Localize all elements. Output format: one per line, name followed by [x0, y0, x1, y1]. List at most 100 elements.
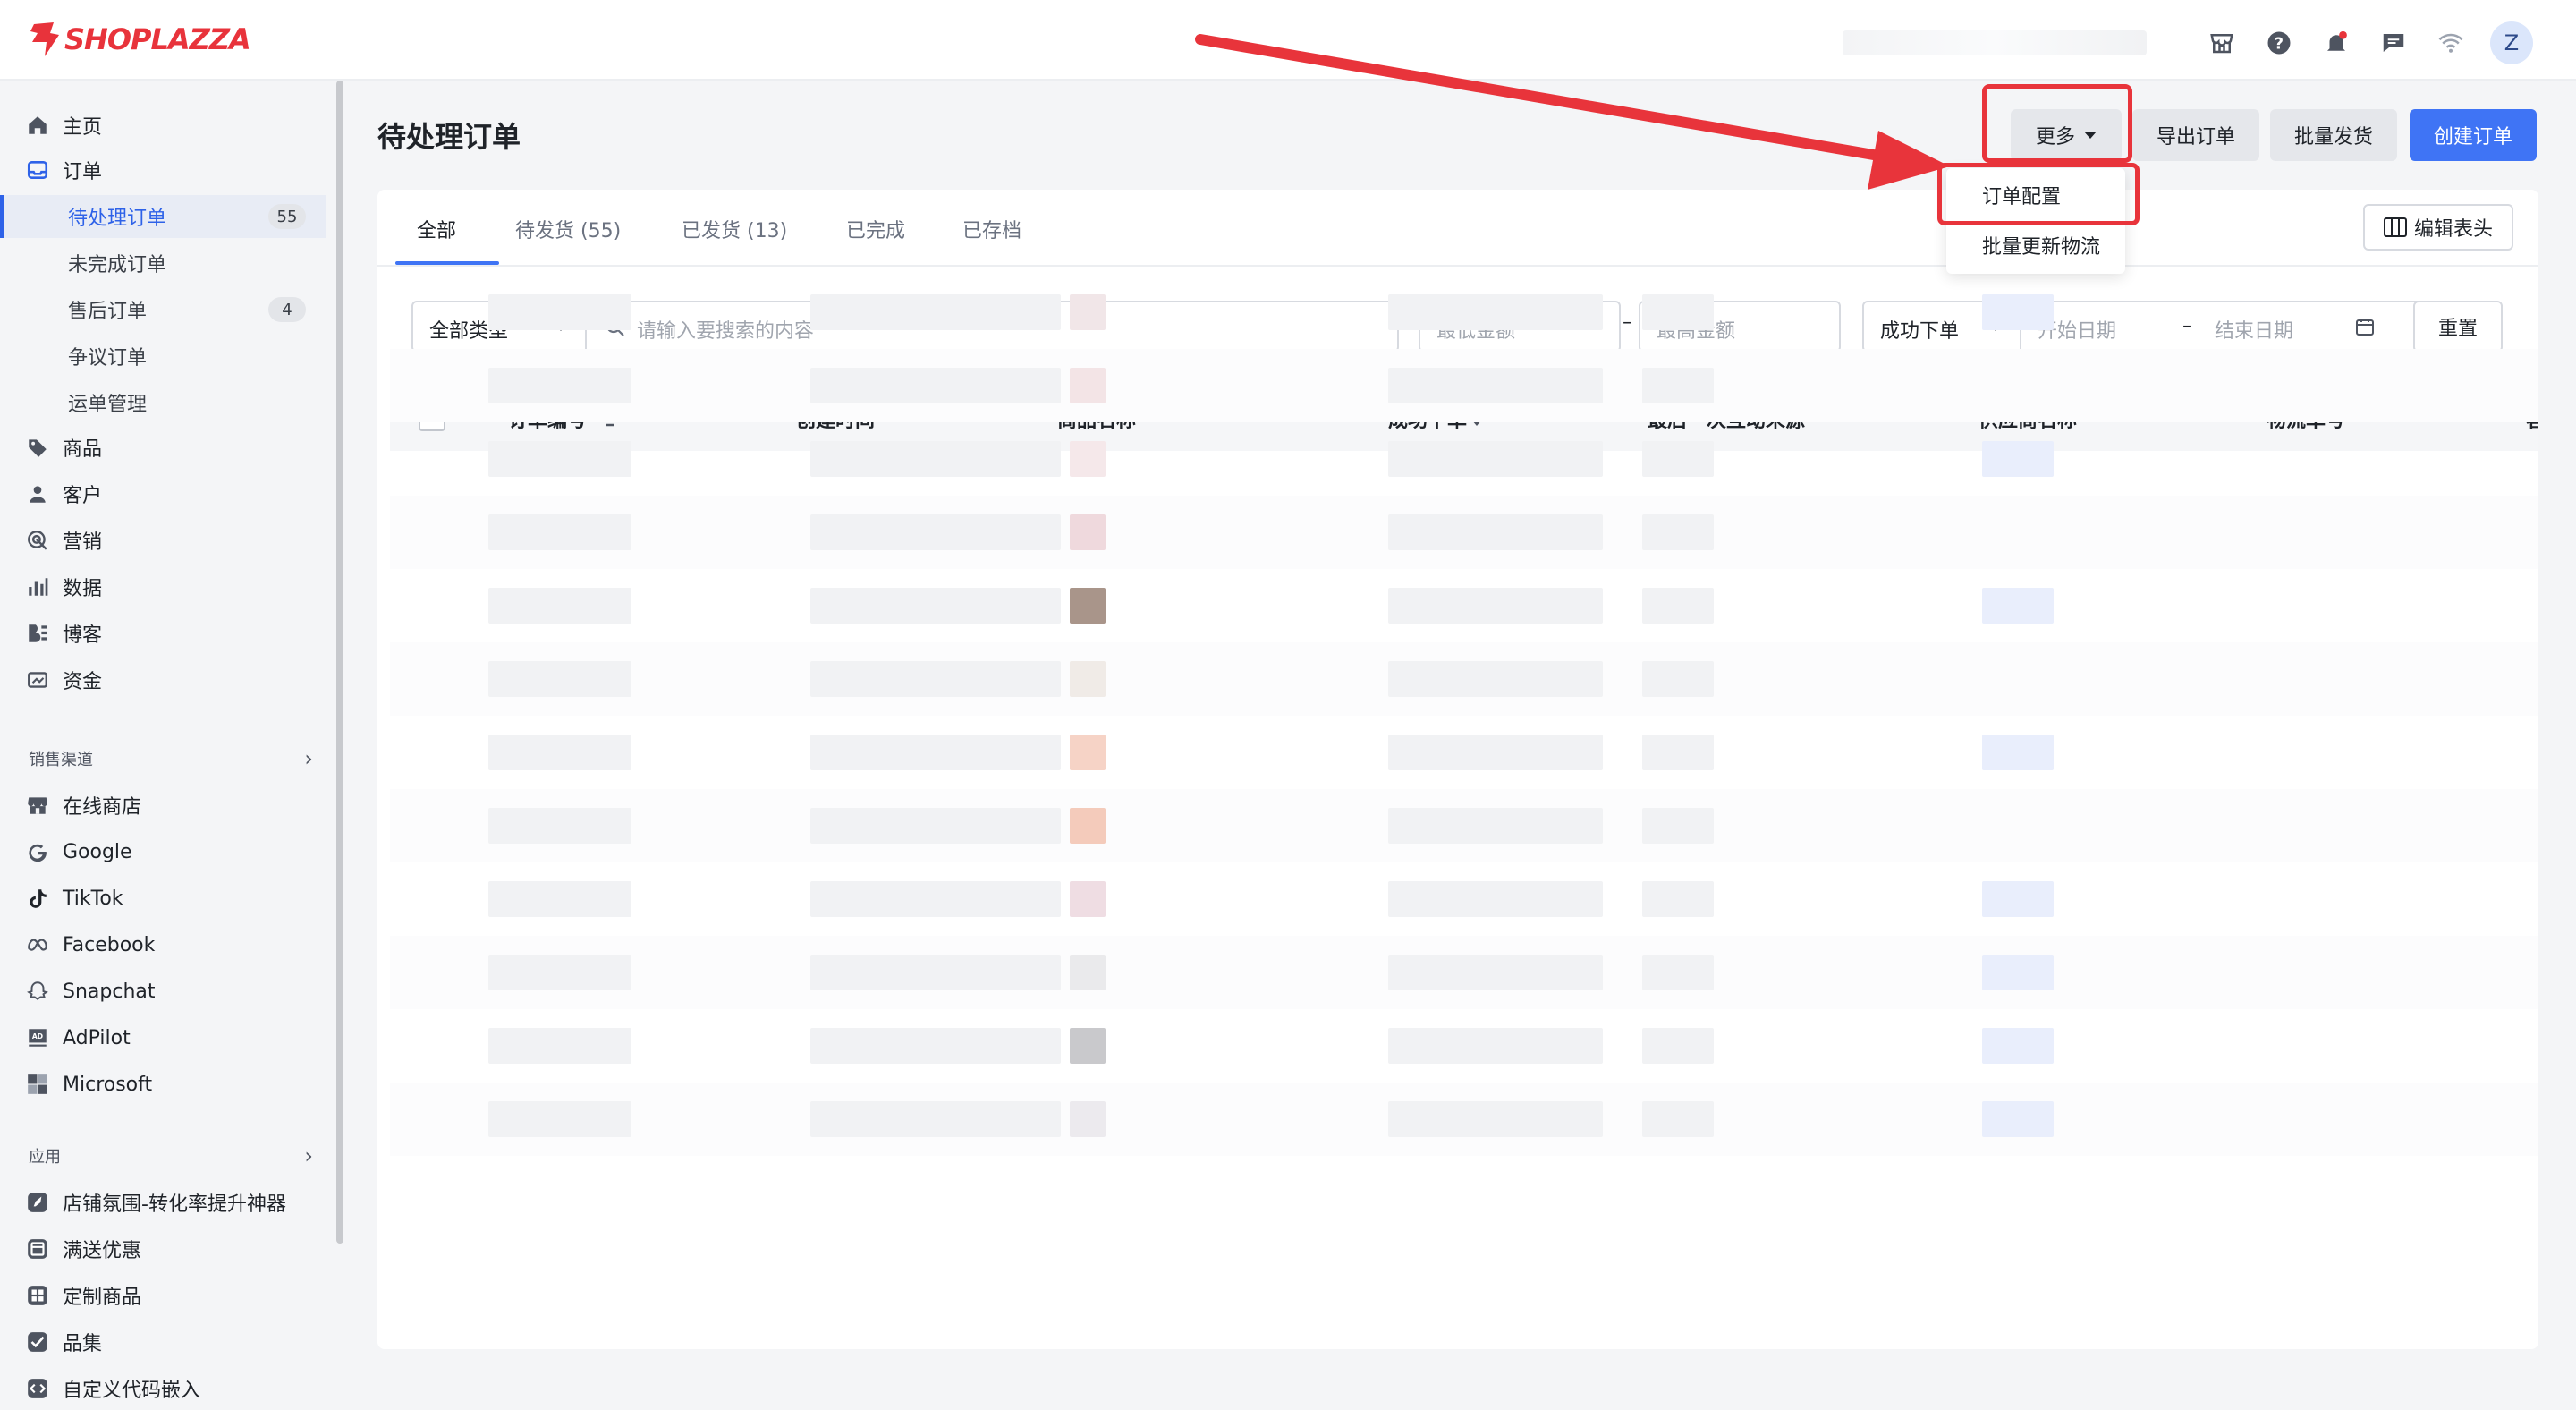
blurred-cell — [810, 881, 1061, 917]
blurred-cell — [1388, 808, 1603, 844]
ad-icon: AD — [25, 1025, 50, 1050]
sidebar-app-gift-promo[interactable]: 满送优惠 — [0, 1227, 326, 1270]
blurred-cell — [810, 955, 1061, 990]
sidebar-item-google[interactable]: Google — [0, 830, 326, 873]
blurred-cell — [1642, 1028, 1714, 1064]
blurred-cell — [1982, 441, 2054, 477]
sidebar-item-online-store[interactable]: 在线商店 — [0, 784, 326, 827]
sidebar-item-blog[interactable]: 博客 — [0, 612, 326, 655]
table-row[interactable] — [390, 936, 2538, 1009]
blurred-cell — [1642, 881, 1714, 917]
sidebar-sub-waybill[interactable]: 运单管理 — [0, 381, 326, 424]
blurred-cell — [1070, 955, 1106, 990]
blurred-cell — [1070, 1101, 1106, 1137]
sidebar-app-store-atmosphere[interactable]: 店铺氛围-转化率提升神器 — [0, 1181, 326, 1224]
sidebar-item-facebook[interactable]: Facebook — [0, 923, 326, 966]
table-row[interactable] — [390, 496, 2538, 569]
sidebar-item-customers[interactable]: 客户 — [0, 472, 326, 515]
sidebar-item-tiktok[interactable]: TikTok — [0, 877, 326, 920]
table-row[interactable] — [390, 276, 2538, 349]
tab-all[interactable]: 全部 — [417, 215, 456, 243]
blurred-cell — [1982, 955, 2054, 990]
menu-item-bulk-update-logistics[interactable]: 批量更新物流 — [1982, 231, 2100, 259]
table-row[interactable] — [390, 716, 2538, 789]
page-title: 待处理订单 — [377, 120, 521, 154]
message-icon[interactable] — [2376, 25, 2411, 61]
home-icon — [25, 113, 50, 138]
blurred-cell — [488, 1101, 631, 1137]
sidebar-item-label: 店铺氛围-转化率提升神器 — [63, 1193, 286, 1216]
table-row[interactable] — [390, 642, 2538, 716]
sales-channels-heading[interactable]: 销售渠道 › — [29, 746, 313, 771]
tag-icon — [25, 435, 50, 460]
apps-heading[interactable]: 应用 › — [29, 1143, 313, 1168]
blurred-cell — [488, 1028, 631, 1064]
tab-archived[interactable]: 已存档 — [962, 215, 1021, 243]
sidebar-app-pinji[interactable]: 品集 — [0, 1321, 326, 1363]
sidebar-item-label: 订单 — [63, 161, 103, 183]
blurred-cell — [1982, 1028, 2054, 1064]
blurred-cell — [1388, 441, 1603, 477]
blurred-cell — [1982, 514, 2054, 550]
blurred-cell — [1642, 1101, 1714, 1137]
target-icon — [25, 528, 50, 553]
sidebar-item-microsoft[interactable]: Microsoft — [0, 1063, 326, 1106]
tab-completed[interactable]: 已完成 — [846, 215, 905, 243]
meta-icon — [25, 932, 50, 957]
blurred-cell — [810, 735, 1061, 770]
sidebar-item-home[interactable]: 主页 — [0, 104, 326, 147]
sidebar-item-snapchat[interactable]: Snapchat — [0, 970, 326, 1013]
sidebar-app-custom-product[interactable]: 定制商品 — [0, 1274, 326, 1317]
tab-to-ship[interactable]: 待发货 (55) — [515, 215, 621, 243]
blurred-cell — [1982, 1101, 2054, 1137]
sidebar-item-label: 商品 — [63, 438, 103, 461]
sidebar-scrollbar[interactable] — [336, 81, 343, 1244]
blurred-cell — [810, 808, 1061, 844]
sidebar-app-custom-code[interactable]: 自定义代码嵌入 — [0, 1367, 326, 1410]
table-row[interactable] — [390, 862, 2538, 936]
blurred-cell — [1388, 1028, 1603, 1064]
sidebar-item-data[interactable]: 数据 — [0, 565, 326, 608]
blurred-cell — [1982, 588, 2054, 624]
export-orders-button[interactable]: 导出订单 — [2132, 109, 2259, 161]
bar-chart-icon — [25, 574, 50, 599]
avatar[interactable]: Z — [2490, 21, 2533, 64]
blurred-cell — [1070, 661, 1106, 697]
blurred-cell — [810, 661, 1061, 697]
shoplazza-logo[interactable]: SHOPLAZZA — [27, 18, 251, 61]
sidebar-sub-pending-orders[interactable]: 待处理订单 55 — [0, 195, 326, 238]
blurred-cell — [488, 881, 631, 917]
code-icon — [25, 1376, 50, 1401]
sidebar-item-orders[interactable]: 订单 — [0, 149, 326, 191]
blurred-cell — [488, 441, 631, 477]
table-row[interactable] — [390, 1083, 2538, 1156]
sidebar-item-adpilot[interactable]: AD AdPilot — [0, 1016, 326, 1059]
sidebar-item-products[interactable]: 商品 — [0, 426, 326, 469]
sidebar-item-label: Google — [63, 840, 132, 863]
blurred-cell — [1388, 368, 1603, 403]
blurred-cell — [1070, 514, 1106, 550]
sidebar-item-label: 在线商店 — [63, 796, 142, 819]
table-row[interactable] — [390, 349, 2538, 422]
sidebar-sub-dispute-orders[interactable]: 争议订单 — [0, 335, 326, 378]
help-icon[interactable]: ? — [2261, 25, 2297, 61]
store-icon[interactable] — [2204, 25, 2240, 61]
table-row[interactable] — [390, 422, 2538, 496]
edit-header-button[interactable]: 编辑表头 — [2363, 204, 2513, 251]
blurred-cell — [1642, 294, 1714, 330]
table-row[interactable] — [390, 789, 2538, 862]
blurred-cell — [810, 1101, 1061, 1137]
bell-icon[interactable] — [2318, 25, 2354, 61]
table-row[interactable] — [390, 569, 2538, 642]
table-row[interactable] — [390, 1009, 2538, 1083]
bulk-ship-button[interactable]: 批量发货 — [2270, 109, 2397, 161]
tab-shipped[interactable]: 已发货 (13) — [682, 215, 787, 243]
sidebar-item-label: 未完成订单 — [68, 254, 167, 276]
wifi-icon[interactable] — [2433, 25, 2469, 61]
sidebar-item-finance[interactable]: 资金 — [0, 658, 326, 701]
sidebar-sub-incomplete-orders[interactable]: 未完成订单 — [0, 242, 326, 285]
sidebar-sub-aftersale-orders[interactable]: 售后订单 4 — [0, 288, 326, 331]
sidebar-item-marketing[interactable]: 营销 — [0, 519, 326, 562]
create-order-button[interactable]: 创建订单 — [2410, 109, 2537, 161]
sidebar: 主页 订单 待处理订单 55 未完成订单 售后订单 4 争议订单 运单管理 商品… — [0, 81, 336, 1402]
